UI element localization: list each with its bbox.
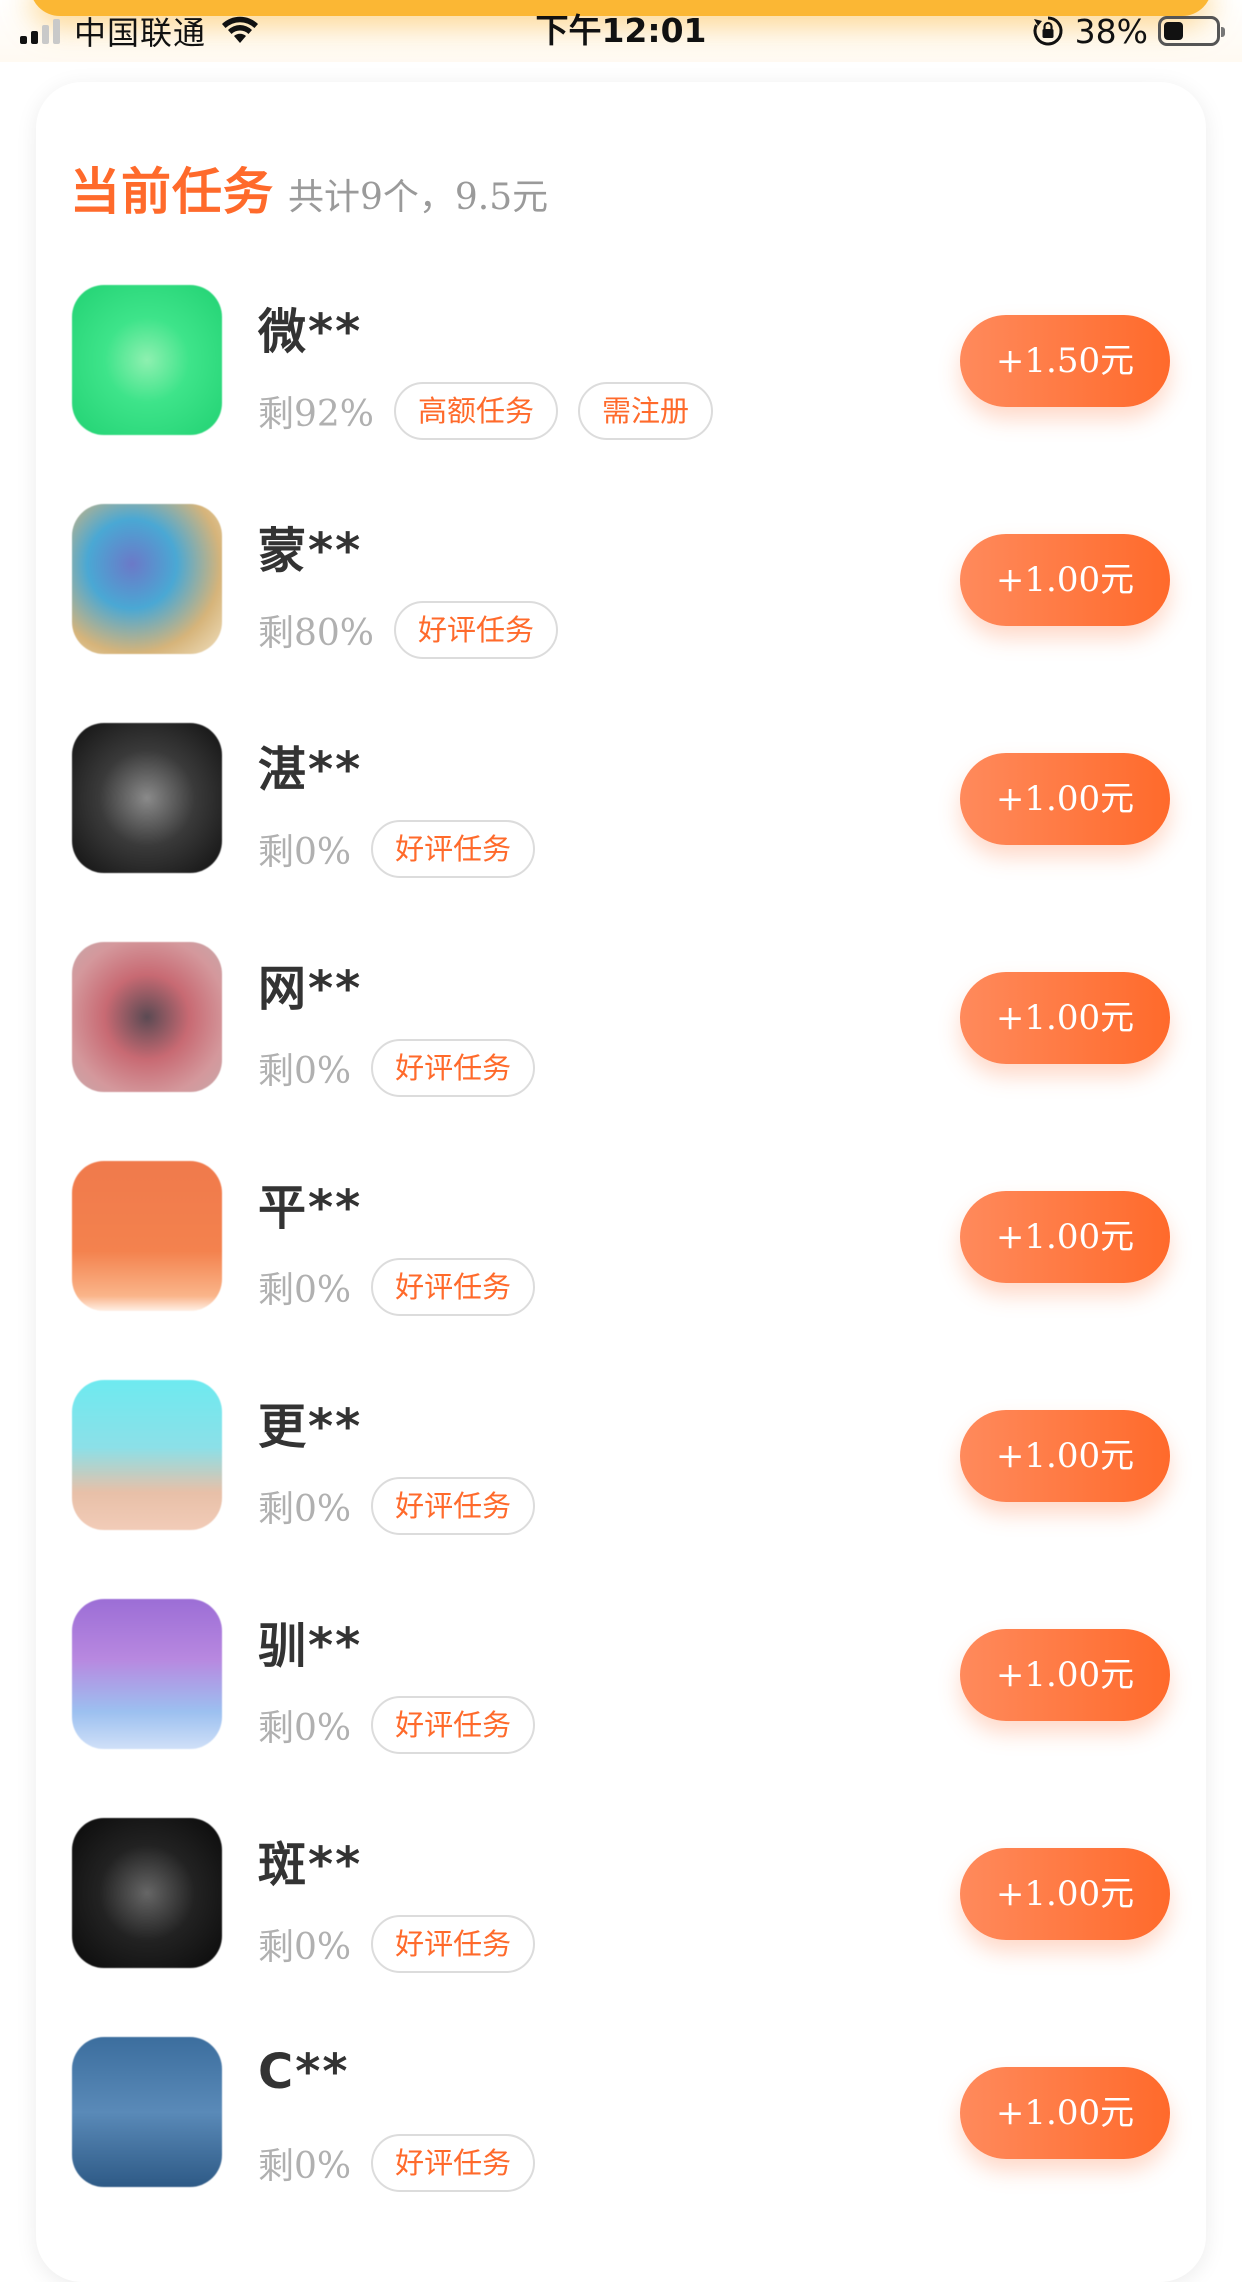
task-card: 当前任务 共计9个，9.5元 微** 剩92% 高额任务 需注册 +1.50元 …	[36, 82, 1206, 2282]
task-item[interactable]: 湛** 剩0% 好评任务 +1.00元	[36, 720, 1206, 939]
reward-button[interactable]: +1.00元	[960, 753, 1170, 845]
task-remaining: 剩80%	[258, 613, 375, 654]
task-item[interactable]: 网** 剩0% 好评任务 +1.00元	[36, 939, 1206, 1158]
task-app-name: 驯**	[258, 1618, 363, 1674]
status-bar: 中国联通 下午12:01 38%	[0, 0, 1242, 62]
task-tag: 好评任务	[371, 1696, 536, 1754]
battery-percent: 38%	[1074, 11, 1148, 51]
reward-button[interactable]: +1.00元	[960, 534, 1170, 626]
task-meta: 剩0% 好评任务	[258, 1696, 536, 1754]
task-remaining: 剩0%	[258, 1489, 352, 1530]
task-meta: 剩0% 好评任务	[258, 1477, 536, 1535]
task-tag: 好评任务	[371, 2134, 536, 2192]
card-header: 当前任务 共计9个，9.5元	[70, 152, 548, 224]
app-icon	[72, 1599, 222, 1749]
app-icon	[72, 723, 222, 873]
reward-button[interactable]: +1.00元	[960, 972, 1170, 1064]
battery-level	[1164, 22, 1183, 40]
status-right: 38%	[1031, 10, 1225, 52]
task-app-name: 湛**	[258, 742, 363, 798]
app-icon	[72, 2037, 222, 2187]
task-remaining: 剩92%	[258, 394, 375, 435]
task-tag: 好评任务	[371, 1039, 536, 1097]
reward-button[interactable]: +1.00元	[960, 1629, 1170, 1721]
task-item[interactable]: C** 剩0% 好评任务 +1.00元	[36, 2034, 1206, 2253]
task-meta: 剩0% 好评任务	[258, 1258, 536, 1316]
task-remaining: 剩0%	[258, 1051, 352, 1092]
wechat-app-icon	[72, 285, 222, 435]
task-app-name: 微**	[258, 304, 363, 360]
page-title: 当前任务	[70, 163, 274, 221]
task-item[interactable]: 更** 剩0% 好评任务 +1.00元	[36, 1377, 1206, 1596]
task-tag: 好评任务	[394, 601, 559, 659]
task-tag: 好评任务	[371, 820, 536, 878]
task-app-name: 网**	[258, 961, 363, 1017]
task-tag: 高额任务	[394, 382, 559, 440]
reward-button[interactable]: +1.00元	[960, 1410, 1170, 1502]
reward-button[interactable]: +1.00元	[960, 1191, 1170, 1283]
rotation-lock-icon	[1033, 16, 1063, 46]
task-item[interactable]: 微** 剩92% 高额任务 需注册 +1.50元	[36, 282, 1206, 501]
app-icon	[72, 504, 222, 654]
task-tag: 需注册	[578, 382, 714, 440]
task-summary: 共计9个，9.5元	[288, 177, 549, 218]
task-remaining: 剩0%	[258, 2146, 352, 2187]
task-remaining: 剩0%	[258, 1708, 352, 1749]
task-tag: 好评任务	[371, 1477, 536, 1535]
reward-button[interactable]: +1.00元	[960, 1848, 1170, 1940]
task-app-name: C**	[258, 2044, 350, 2100]
reward-button[interactable]: +1.50元	[960, 315, 1170, 407]
task-item[interactable]: 驯** 剩0% 好评任务 +1.00元	[36, 1596, 1206, 1815]
task-app-name: 蒙**	[258, 523, 363, 579]
task-meta: 剩80% 好评任务	[258, 601, 559, 659]
reward-button[interactable]: +1.00元	[960, 2067, 1170, 2159]
task-remaining: 剩0%	[258, 1927, 352, 1968]
task-item[interactable]: 蒙** 剩80% 好评任务 +1.00元	[36, 501, 1206, 720]
task-list: 微** 剩92% 高额任务 需注册 +1.50元 蒙** 剩80% 好评任务 +…	[36, 282, 1206, 2253]
task-meta: 剩0% 好评任务	[258, 820, 536, 878]
task-app-name: 斑**	[258, 1837, 363, 1893]
task-meta: 剩0% 好评任务	[258, 2134, 536, 2192]
task-remaining: 剩0%	[258, 1270, 352, 1311]
task-tag: 好评任务	[371, 1915, 536, 1973]
app-icon	[72, 1380, 222, 1530]
task-meta: 剩0% 好评任务	[258, 1915, 536, 1973]
task-tag: 好评任务	[371, 1258, 536, 1316]
battery-icon	[1158, 16, 1225, 46]
task-app-name: 更**	[258, 1399, 363, 1455]
task-meta: 剩0% 好评任务	[258, 1039, 536, 1097]
app-icon	[72, 1161, 222, 1311]
app-icon	[72, 1818, 222, 1968]
app-icon	[72, 942, 222, 1092]
task-app-name: 平**	[258, 1180, 363, 1236]
task-item[interactable]: 平** 剩0% 好评任务 +1.00元	[36, 1158, 1206, 1377]
task-meta: 剩92% 高额任务 需注册	[258, 382, 714, 440]
task-remaining: 剩0%	[258, 832, 352, 873]
task-item[interactable]: 斑** 剩0% 好评任务 +1.00元	[36, 1815, 1206, 2034]
